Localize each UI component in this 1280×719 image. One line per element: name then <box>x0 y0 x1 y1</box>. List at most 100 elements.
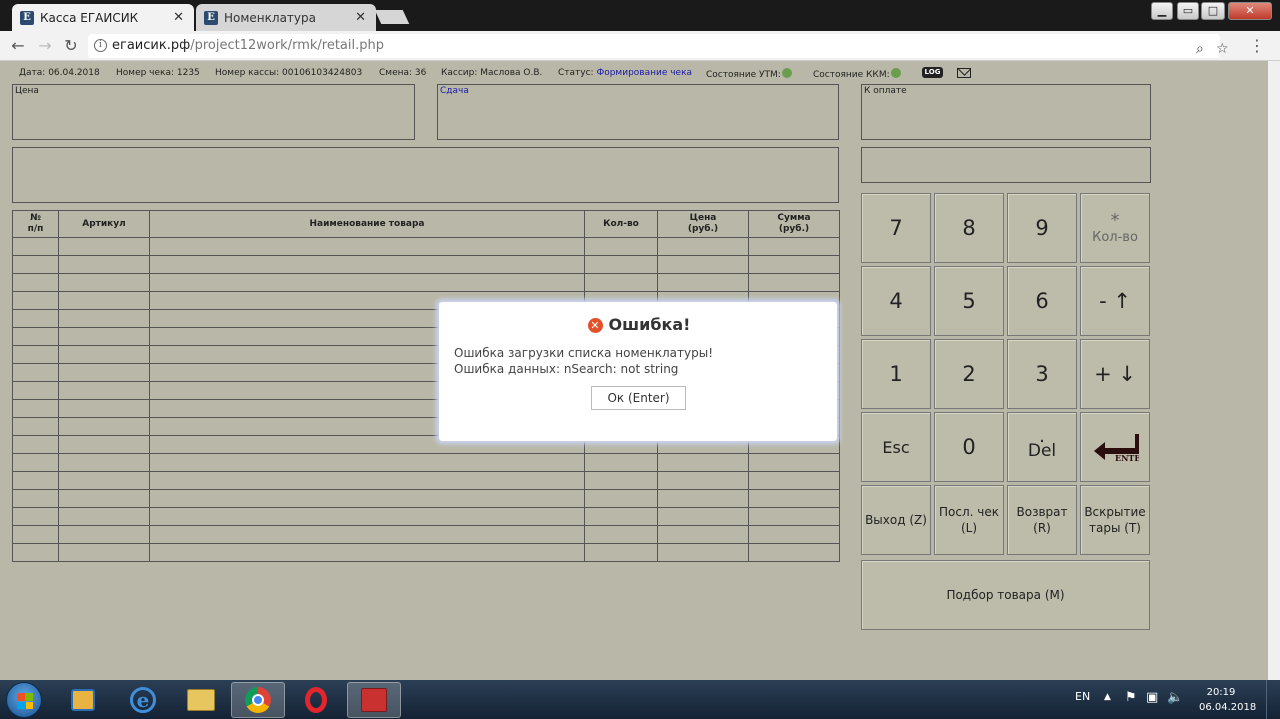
app-icon <box>361 688 387 712</box>
taskbar-media-player[interactable] <box>56 682 110 718</box>
log-icon[interactable]: LOG <box>922 67 943 78</box>
address-bar[interactable]: i егаисик.рф/project12work/rmk/retail.ph… <box>88 34 1229 61</box>
key-del[interactable]: . Del <box>1007 412 1077 482</box>
key-0[interactable]: 0 <box>934 412 1004 482</box>
key-6[interactable]: 6 <box>1007 266 1077 336</box>
table-cell <box>58 255 150 274</box>
table-cell <box>149 507 585 526</box>
new-tab-button[interactable] <box>374 10 410 24</box>
table-cell <box>58 327 150 346</box>
key-7[interactable]: 7 <box>861 193 931 263</box>
table-cell <box>748 471 840 490</box>
to-pay-label: К оплате <box>864 86 907 96</box>
windows-logo-icon <box>17 693 33 709</box>
table-cell <box>584 255 658 274</box>
restore-button[interactable]: ▭ <box>1177 2 1199 20</box>
taskbar-explorer[interactable] <box>174 682 228 718</box>
network-icon[interactable]: ▣ <box>1146 690 1158 719</box>
table-cell <box>58 471 150 490</box>
media-player-icon <box>71 689 95 711</box>
clock-date: 06.04.2018 <box>1199 702 1257 713</box>
table-row[interactable] <box>12 237 840 256</box>
return-button[interactable]: Возврат (R) <box>1007 485 1077 555</box>
key-2[interactable]: 2 <box>934 339 1004 409</box>
internet-explorer-icon: e <box>130 687 156 713</box>
key-4[interactable]: 4 <box>861 266 931 336</box>
table-cell <box>657 543 749 562</box>
table-cell <box>58 543 150 562</box>
table-cell <box>584 489 658 508</box>
key-enter[interactable]: ENTER <box>1080 412 1150 482</box>
info-icon[interactable]: i <box>94 39 107 52</box>
table-cell <box>748 543 840 562</box>
table-row[interactable] <box>12 471 840 490</box>
forward-button[interactable]: → <box>34 35 56 57</box>
page-scrollbar[interactable] <box>1268 61 1280 680</box>
key-plus-down[interactable]: + ↓ <box>1080 339 1150 409</box>
table-row[interactable] <box>12 543 840 562</box>
key-8[interactable]: 8 <box>934 193 1004 263</box>
ok-button[interactable]: Ок (Enter) <box>591 386 686 410</box>
key-quantity-label: Кол-во <box>1092 229 1138 245</box>
table-row[interactable] <box>12 255 840 274</box>
back-button[interactable]: ← <box>7 35 29 57</box>
open-tare-button[interactable]: Вскрытие тары (T) <box>1080 485 1150 555</box>
table-row[interactable] <box>12 525 840 544</box>
table-cell <box>149 237 585 256</box>
action-center-flag-icon[interactable]: ⚑ <box>1125 690 1137 719</box>
tray-arrow-icon[interactable]: ▲ <box>1104 692 1111 719</box>
key-minus-up[interactable]: - ↑ <box>1080 266 1150 336</box>
status-utm-label: Состояние УТМ: <box>706 70 781 80</box>
status-kkm-label: Состояние ККМ: <box>813 70 890 80</box>
key-9[interactable]: 9 <box>1007 193 1077 263</box>
start-button[interactable] <box>6 682 42 718</box>
close-window-button[interactable]: ✕ <box>1228 2 1272 20</box>
dialog-message-line: Ошибка данных: nSearch: not string <box>454 362 679 376</box>
status-check-number: Номер чека: 1235 <box>116 68 200 78</box>
table-cell <box>12 309 59 328</box>
close-icon[interactable]: ✕ <box>173 10 184 25</box>
table-cell <box>657 489 749 508</box>
key-3[interactable]: 3 <box>1007 339 1077 409</box>
tab-nomenklatura[interactable]: E Номенклатура ✕ <box>196 4 376 31</box>
tab-kassa[interactable]: E Касса ЕГАИСИК ✕ <box>12 4 194 31</box>
key-5[interactable]: 5 <box>934 266 1004 336</box>
table-cell <box>12 435 59 454</box>
maximize-button[interactable]: □ <box>1201 2 1225 20</box>
volume-icon[interactable]: 🔈 <box>1167 690 1183 719</box>
zoom-icon[interactable]: ⌕ <box>1196 37 1204 61</box>
table-row[interactable] <box>12 273 840 292</box>
key-quantity[interactable]: * Кол-во <box>1080 193 1150 263</box>
table-cell <box>12 273 59 292</box>
star-icon[interactable]: ☆ <box>1216 37 1229 61</box>
table-cell <box>12 471 59 490</box>
ok-status-icon <box>781 68 792 78</box>
clock[interactable]: 20:19 06.04.2018 <box>1199 685 1257 719</box>
table-header-row: № п/п Артикул Наименование товара Кол-во … <box>12 210 840 238</box>
reload-button[interactable]: ↻ <box>60 35 82 57</box>
last-check-button[interactable]: Посл. чек (L) <box>934 485 1004 555</box>
status-date: Дата: 06.04.2018 <box>19 68 100 78</box>
taskbar-app[interactable] <box>347 682 401 718</box>
key-1[interactable]: 1 <box>861 339 931 409</box>
taskbar-chrome[interactable] <box>231 682 285 718</box>
key-esc[interactable]: Esc <box>861 412 931 482</box>
dialog-message: Ошибка загрузки списка номенклатуры! Оши… <box>454 345 713 377</box>
taskbar-opera[interactable] <box>289 682 343 718</box>
show-desktop-button[interactable] <box>1266 680 1280 719</box>
exit-button[interactable]: Выход (Z) <box>861 485 931 555</box>
status-state-label: Статус: <box>558 68 594 78</box>
language-indicator[interactable]: EN <box>1075 690 1090 719</box>
table-row[interactable] <box>12 507 840 526</box>
taskbar-internet-explorer[interactable]: e <box>116 682 170 718</box>
pick-product-button[interactable]: Подбор товара (М) <box>861 560 1150 630</box>
close-icon[interactable]: ✕ <box>355 10 366 25</box>
minimize-button[interactable]: ▁ <box>1151 2 1173 20</box>
input-display[interactable] <box>861 147 1151 183</box>
table-cell <box>12 399 59 418</box>
mail-icon[interactable] <box>957 68 971 78</box>
table-row[interactable] <box>12 453 840 472</box>
table-row[interactable] <box>12 489 840 508</box>
tab-label: Номенклатура <box>224 10 316 25</box>
browser-menu-icon[interactable]: ⋮ <box>1246 35 1268 57</box>
